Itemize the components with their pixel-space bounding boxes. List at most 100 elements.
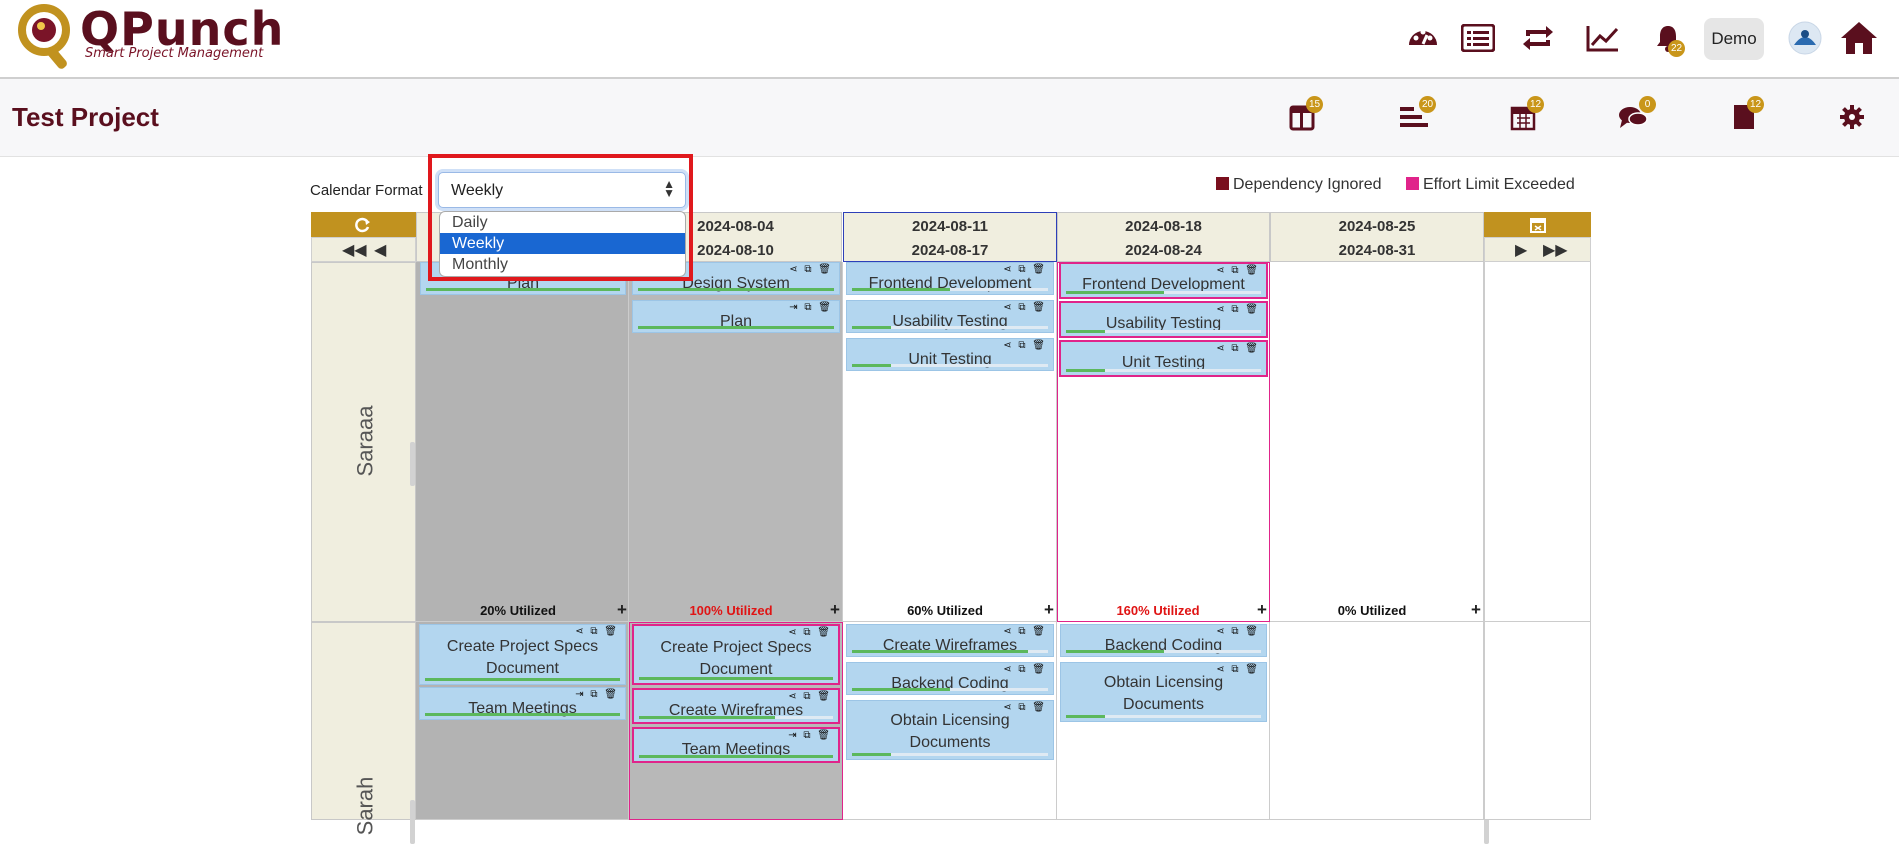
calendar-icon[interactable]: 12 bbox=[1506, 96, 1544, 134]
gantt-icon[interactable]: 20 bbox=[1396, 96, 1436, 134]
dashboard-icon[interactable] bbox=[1403, 18, 1443, 58]
task-label: Obtain Licensing Documents bbox=[890, 712, 1010, 751]
task-actions-icon[interactable]: ⋖ ⧉ 🗑 bbox=[575, 626, 619, 637]
task-actions-icon[interactable]: ⇥ ⧉ 🗑 bbox=[789, 302, 833, 313]
last-page-icon[interactable]: ▶▶ bbox=[1543, 240, 1568, 260]
task-card-over-limit[interactable]: Frontend Development ⋖ ⧉ 🗑 bbox=[1059, 262, 1268, 299]
add-task-icon[interactable]: + bbox=[617, 600, 627, 620]
task-card-over-limit[interactable]: Team Meetings ⇥ ⧉ 🗑 bbox=[632, 727, 840, 763]
task-card[interactable]: Create Wireframes ⋖ ⧉ 🗑 bbox=[846, 624, 1054, 657]
task-actions-icon[interactable]: ⋖ ⧉ 🗑 bbox=[1003, 664, 1047, 675]
repeat-icon[interactable] bbox=[1518, 18, 1558, 58]
user-menu-button[interactable]: Demo bbox=[1704, 18, 1764, 60]
week-start: 2024-08-11 bbox=[912, 218, 988, 235]
resource-row-label: Sarah bbox=[311, 622, 416, 835]
documents-badge: 12 bbox=[1747, 96, 1764, 113]
app-logo[interactable] bbox=[14, 2, 84, 74]
task-label: Create Wireframes bbox=[882, 637, 1018, 654]
resource-name: Sarah bbox=[352, 776, 378, 836]
add-task-icon[interactable]: + bbox=[1044, 600, 1054, 620]
add-task-icon[interactable]: + bbox=[1471, 600, 1481, 620]
week-cell[interactable] bbox=[1270, 622, 1484, 820]
task-actions-icon[interactable]: ⋖ ⧉ 🗑 bbox=[1216, 626, 1260, 637]
task-label: Backend Coding bbox=[891, 675, 1009, 692]
home-icon[interactable] bbox=[1839, 18, 1879, 58]
next-nav: ▶ ▶▶ bbox=[1484, 237, 1591, 262]
project-toolbar bbox=[0, 79, 1899, 157]
task-actions-icon[interactable]: ⋖ ⧉ 🗑 bbox=[1216, 304, 1260, 315]
tasks-badge: 15 bbox=[1306, 96, 1323, 113]
task-label: Create Project Specs Document bbox=[660, 639, 812, 678]
task-card[interactable]: Obtain Licensing Documents ⋖ ⧉ 🗑 bbox=[1060, 662, 1267, 722]
task-actions-icon[interactable]: ⋖ ⧉ 🗑 bbox=[1216, 664, 1260, 675]
add-task-icon[interactable]: + bbox=[1257, 600, 1267, 620]
refresh-button[interactable] bbox=[311, 212, 416, 237]
week-start: 2024-08-25 bbox=[1338, 218, 1416, 235]
prev-nav: ◀◀ ◀ bbox=[311, 237, 416, 262]
resource-row-label: Saraaa bbox=[311, 262, 416, 622]
task-actions-icon[interactable]: ⋖ ⧉ 🗑 bbox=[1003, 340, 1047, 351]
row-resize-handle[interactable] bbox=[410, 800, 415, 844]
tasks-board-icon[interactable]: 15 bbox=[1285, 96, 1323, 134]
utilization-label: 20% Utilized bbox=[480, 603, 556, 618]
task-label: Frontend Development bbox=[868, 275, 1032, 292]
task-actions-icon[interactable]: ⋖ ⧉ 🗑 bbox=[1003, 264, 1047, 275]
week-cell[interactable] bbox=[1270, 262, 1484, 622]
list-icon[interactable] bbox=[1458, 18, 1498, 58]
task-card[interactable]: Usability Testing ⋖ ⧉ 🗑 bbox=[846, 300, 1054, 333]
task-card-over-limit[interactable]: Unit Testing ⋖ ⧉ 🗑 bbox=[1059, 340, 1268, 377]
highlight-annotation-box bbox=[428, 154, 693, 281]
week-start: 2024-08-18 bbox=[1125, 218, 1202, 235]
task-card[interactable]: Create Project Specs Document ⋖ ⧉ 🗑 bbox=[419, 624, 626, 685]
week-cell-extra bbox=[1484, 622, 1591, 820]
task-actions-icon[interactable]: ⋖ ⧉ 🗑 bbox=[1216, 265, 1260, 276]
utilization-label: 160% Utilized bbox=[1116, 603, 1200, 618]
resource-name: Saraaa bbox=[352, 405, 378, 477]
next-page-icon[interactable]: ▶ bbox=[1515, 240, 1527, 260]
task-card-over-limit[interactable]: Create Wireframes ⋖ ⧉ 🗑 bbox=[632, 688, 840, 724]
task-label: Obtain Licensing Documents bbox=[1103, 674, 1224, 713]
task-label: Team Meetings bbox=[468, 700, 577, 717]
task-card[interactable]: Obtain Licensing Documents ⋖ ⧉ 🗑 bbox=[846, 700, 1054, 760]
chat-badge: 0 bbox=[1639, 96, 1656, 113]
utilization-label: 100% Utilized bbox=[689, 603, 773, 618]
notification-badge: 22 bbox=[1668, 40, 1685, 57]
task-actions-icon[interactable]: ⇥ ⧉ 🗑 bbox=[788, 730, 832, 741]
week-end: 2024-08-31 bbox=[1338, 242, 1416, 259]
gear-icon[interactable] bbox=[1835, 100, 1869, 134]
task-card-over-limit[interactable]: Usability Testing ⋖ ⧉ 🗑 bbox=[1059, 301, 1268, 338]
prev-page-icon[interactable]: ◀ bbox=[374, 240, 386, 260]
chat-icon[interactable]: 0 bbox=[1616, 96, 1656, 134]
legend-swatch-dependency bbox=[1216, 177, 1229, 190]
avatar[interactable] bbox=[1785, 18, 1825, 58]
documents-icon[interactable]: 12 bbox=[1727, 96, 1764, 134]
task-actions-icon[interactable]: ⋖ ⧉ 🗑 bbox=[788, 627, 832, 638]
chart-line-icon[interactable] bbox=[1583, 18, 1623, 58]
task-actions-icon[interactable]: ⋖ ⧉ 🗑 bbox=[1003, 626, 1047, 637]
task-actions-icon[interactable]: ⇥ ⧉ 🗑 bbox=[575, 689, 619, 700]
first-page-icon[interactable]: ◀◀ bbox=[342, 240, 367, 260]
task-card[interactable]: Team Meetings ⇥ ⧉ 🗑 bbox=[419, 687, 626, 720]
task-actions-icon[interactable]: ⋖ ⧉ 🗑 bbox=[789, 264, 833, 275]
calendar-picker-button[interactable] bbox=[1484, 212, 1591, 237]
week-end: 2024-08-24 bbox=[1125, 242, 1202, 259]
task-card[interactable]: Unit Testing ⋖ ⧉ 🗑 bbox=[846, 338, 1054, 371]
legend-swatch-effort bbox=[1406, 177, 1419, 190]
gantt-badge: 20 bbox=[1419, 96, 1436, 113]
bell-icon[interactable]: 22 bbox=[1648, 18, 1688, 58]
task-actions-icon[interactable]: ⋖ ⧉ 🗑 bbox=[1216, 343, 1260, 354]
week-cell[interactable] bbox=[416, 262, 629, 622]
week-end: 2024-08-17 bbox=[911, 242, 989, 259]
task-label: Usability Testing bbox=[892, 313, 1008, 330]
task-card-over-limit[interactable]: Create Project Specs Document ⋖ ⧉ 🗑 bbox=[632, 624, 840, 685]
task-actions-icon[interactable]: ⋖ ⧉ 🗑 bbox=[788, 691, 832, 702]
row-resize-handle[interactable] bbox=[410, 442, 415, 486]
utilization-label: 60% Utilized bbox=[907, 603, 983, 618]
task-actions-icon[interactable]: ⋖ ⧉ 🗑 bbox=[1003, 302, 1047, 313]
add-task-icon[interactable]: + bbox=[830, 600, 840, 620]
task-actions-icon[interactable]: ⋖ ⧉ 🗑 bbox=[1003, 702, 1047, 713]
task-card[interactable]: Plan ⇥ ⧉ 🗑 bbox=[632, 300, 840, 333]
task-card[interactable]: Backend Coding ⋖ ⧉ 🗑 bbox=[1060, 624, 1267, 657]
task-card[interactable]: Frontend Development ⋖ ⧉ 🗑 bbox=[846, 262, 1054, 295]
task-card[interactable]: Backend Coding ⋖ ⧉ 🗑 bbox=[846, 662, 1054, 695]
